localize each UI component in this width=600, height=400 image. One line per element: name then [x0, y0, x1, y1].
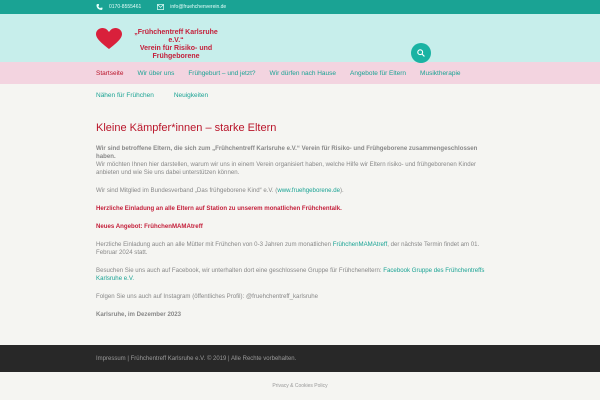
- privacy-link[interactable]: Privacy & Cookies Policy: [272, 383, 327, 389]
- site-header: „Frühchentreff Karlsruhe e.V.“ Verein fü…: [0, 14, 600, 63]
- email-contact[interactable]: info@fruehchenverein.de: [157, 4, 226, 10]
- facebook-text: Besuchen Sie uns auch auf Facebook, wir …: [96, 267, 384, 274]
- main-nav-row-2: Nähen für Frühchen Neuigkeiten: [0, 84, 600, 106]
- heart-logo-icon: [96, 28, 122, 49]
- nav-item-neuigkeiten[interactable]: Neuigkeiten: [174, 92, 208, 99]
- nav-item-naehen[interactable]: Nähen für Frühchen: [96, 92, 154, 99]
- logo-line-2: Verein für Risiko- und: [139, 45, 213, 52]
- membership-text: Wir sind Mitglied im Bundesverband „Das …: [96, 187, 278, 194]
- mamatreff-text: Herzliche Einladung auch an alle Mütter …: [96, 241, 333, 248]
- nav-item-angebote[interactable]: Angebote für Eltern: [350, 70, 406, 77]
- nav-item-wir-ueber-uns[interactable]: Wir über uns: [137, 70, 174, 77]
- signature: Karlsruhe, im Dezember 2023: [96, 311, 182, 318]
- page-title: Kleine Kämpfer*innen – starke Eltern: [96, 122, 277, 134]
- mail-icon: [157, 4, 165, 10]
- phone-icon: [96, 4, 103, 10]
- intro-bold-text: Wir sind betroffene Eltern, die sich zum…: [96, 145, 478, 160]
- nav-item-musiktherapie[interactable]: Musiktherapie: [420, 70, 460, 77]
- membership-paragraph: Wir sind Mitglied im Bundesverband „Das …: [96, 187, 496, 195]
- site-logo[interactable]: „Frühchentreff Karlsruhe e.V.“ Verein fü…: [96, 28, 226, 61]
- logo-line-1: „Frühchentreff Karlsruhe e.V.“: [134, 29, 218, 44]
- facebook-paragraph: Besuchen Sie uns auch auf Facebook, wir …: [96, 267, 496, 283]
- nav-item-fruehgeburt[interactable]: Frühgeburt – und jetzt?: [188, 70, 255, 77]
- intro-paragraph: Wir sind betroffene Eltern, die sich zum…: [96, 145, 496, 177]
- site-footer: Impressum | Frühchentreff Karlsruhe e.V.…: [0, 345, 600, 372]
- nav-item-nach-hause[interactable]: Wir dürfen nach Hause: [270, 70, 336, 77]
- main-nav: Startseite Wir über uns Frühgeburt – und…: [0, 62, 600, 84]
- main-content: Kleine Kämpfer*innen – starke Eltern Wir…: [96, 121, 496, 329]
- intro-text: Wir möchten Ihnen hier darstellen, warum…: [96, 161, 477, 176]
- top-bar: 0170-8555461 info@fruehchenverein.de: [0, 0, 600, 14]
- search-icon: [417, 49, 425, 57]
- bottom-bar: Privacy & Cookies Policy: [0, 372, 600, 400]
- mamatreff-link[interactable]: FrühchenMAMAtreff: [333, 241, 387, 248]
- fruehgeborene-link[interactable]: www.fruehgeborene.de: [277, 187, 340, 194]
- membership-text-end: ).: [340, 187, 344, 194]
- nav-item-startseite[interactable]: Startseite: [96, 70, 123, 77]
- instagram-paragraph: Folgen Sie uns auch auf Instagram (öffen…: [96, 293, 319, 300]
- phone-number: 0170-8555461: [109, 4, 142, 10]
- phone-contact[interactable]: 0170-8555461: [96, 4, 141, 10]
- mamatreff-paragraph: Herzliche Einladung auch an alle Mütter …: [96, 241, 496, 257]
- logo-line-3: Frühgeborene: [152, 53, 200, 60]
- logo-text: „Frühchentreff Karlsruhe e.V.“ Verein fü…: [126, 29, 226, 61]
- invitation-text: Herzliche Einladung an alle Eltern auf S…: [96, 205, 342, 212]
- footer-text[interactable]: Impressum | Frühchentreff Karlsruhe e.V.…: [96, 356, 296, 362]
- new-offer-heading: Neues Angebot: FrühchenMAMAtreff: [96, 223, 203, 230]
- email-address: info@fruehchenverein.de: [170, 4, 227, 10]
- search-button[interactable]: [411, 43, 431, 63]
